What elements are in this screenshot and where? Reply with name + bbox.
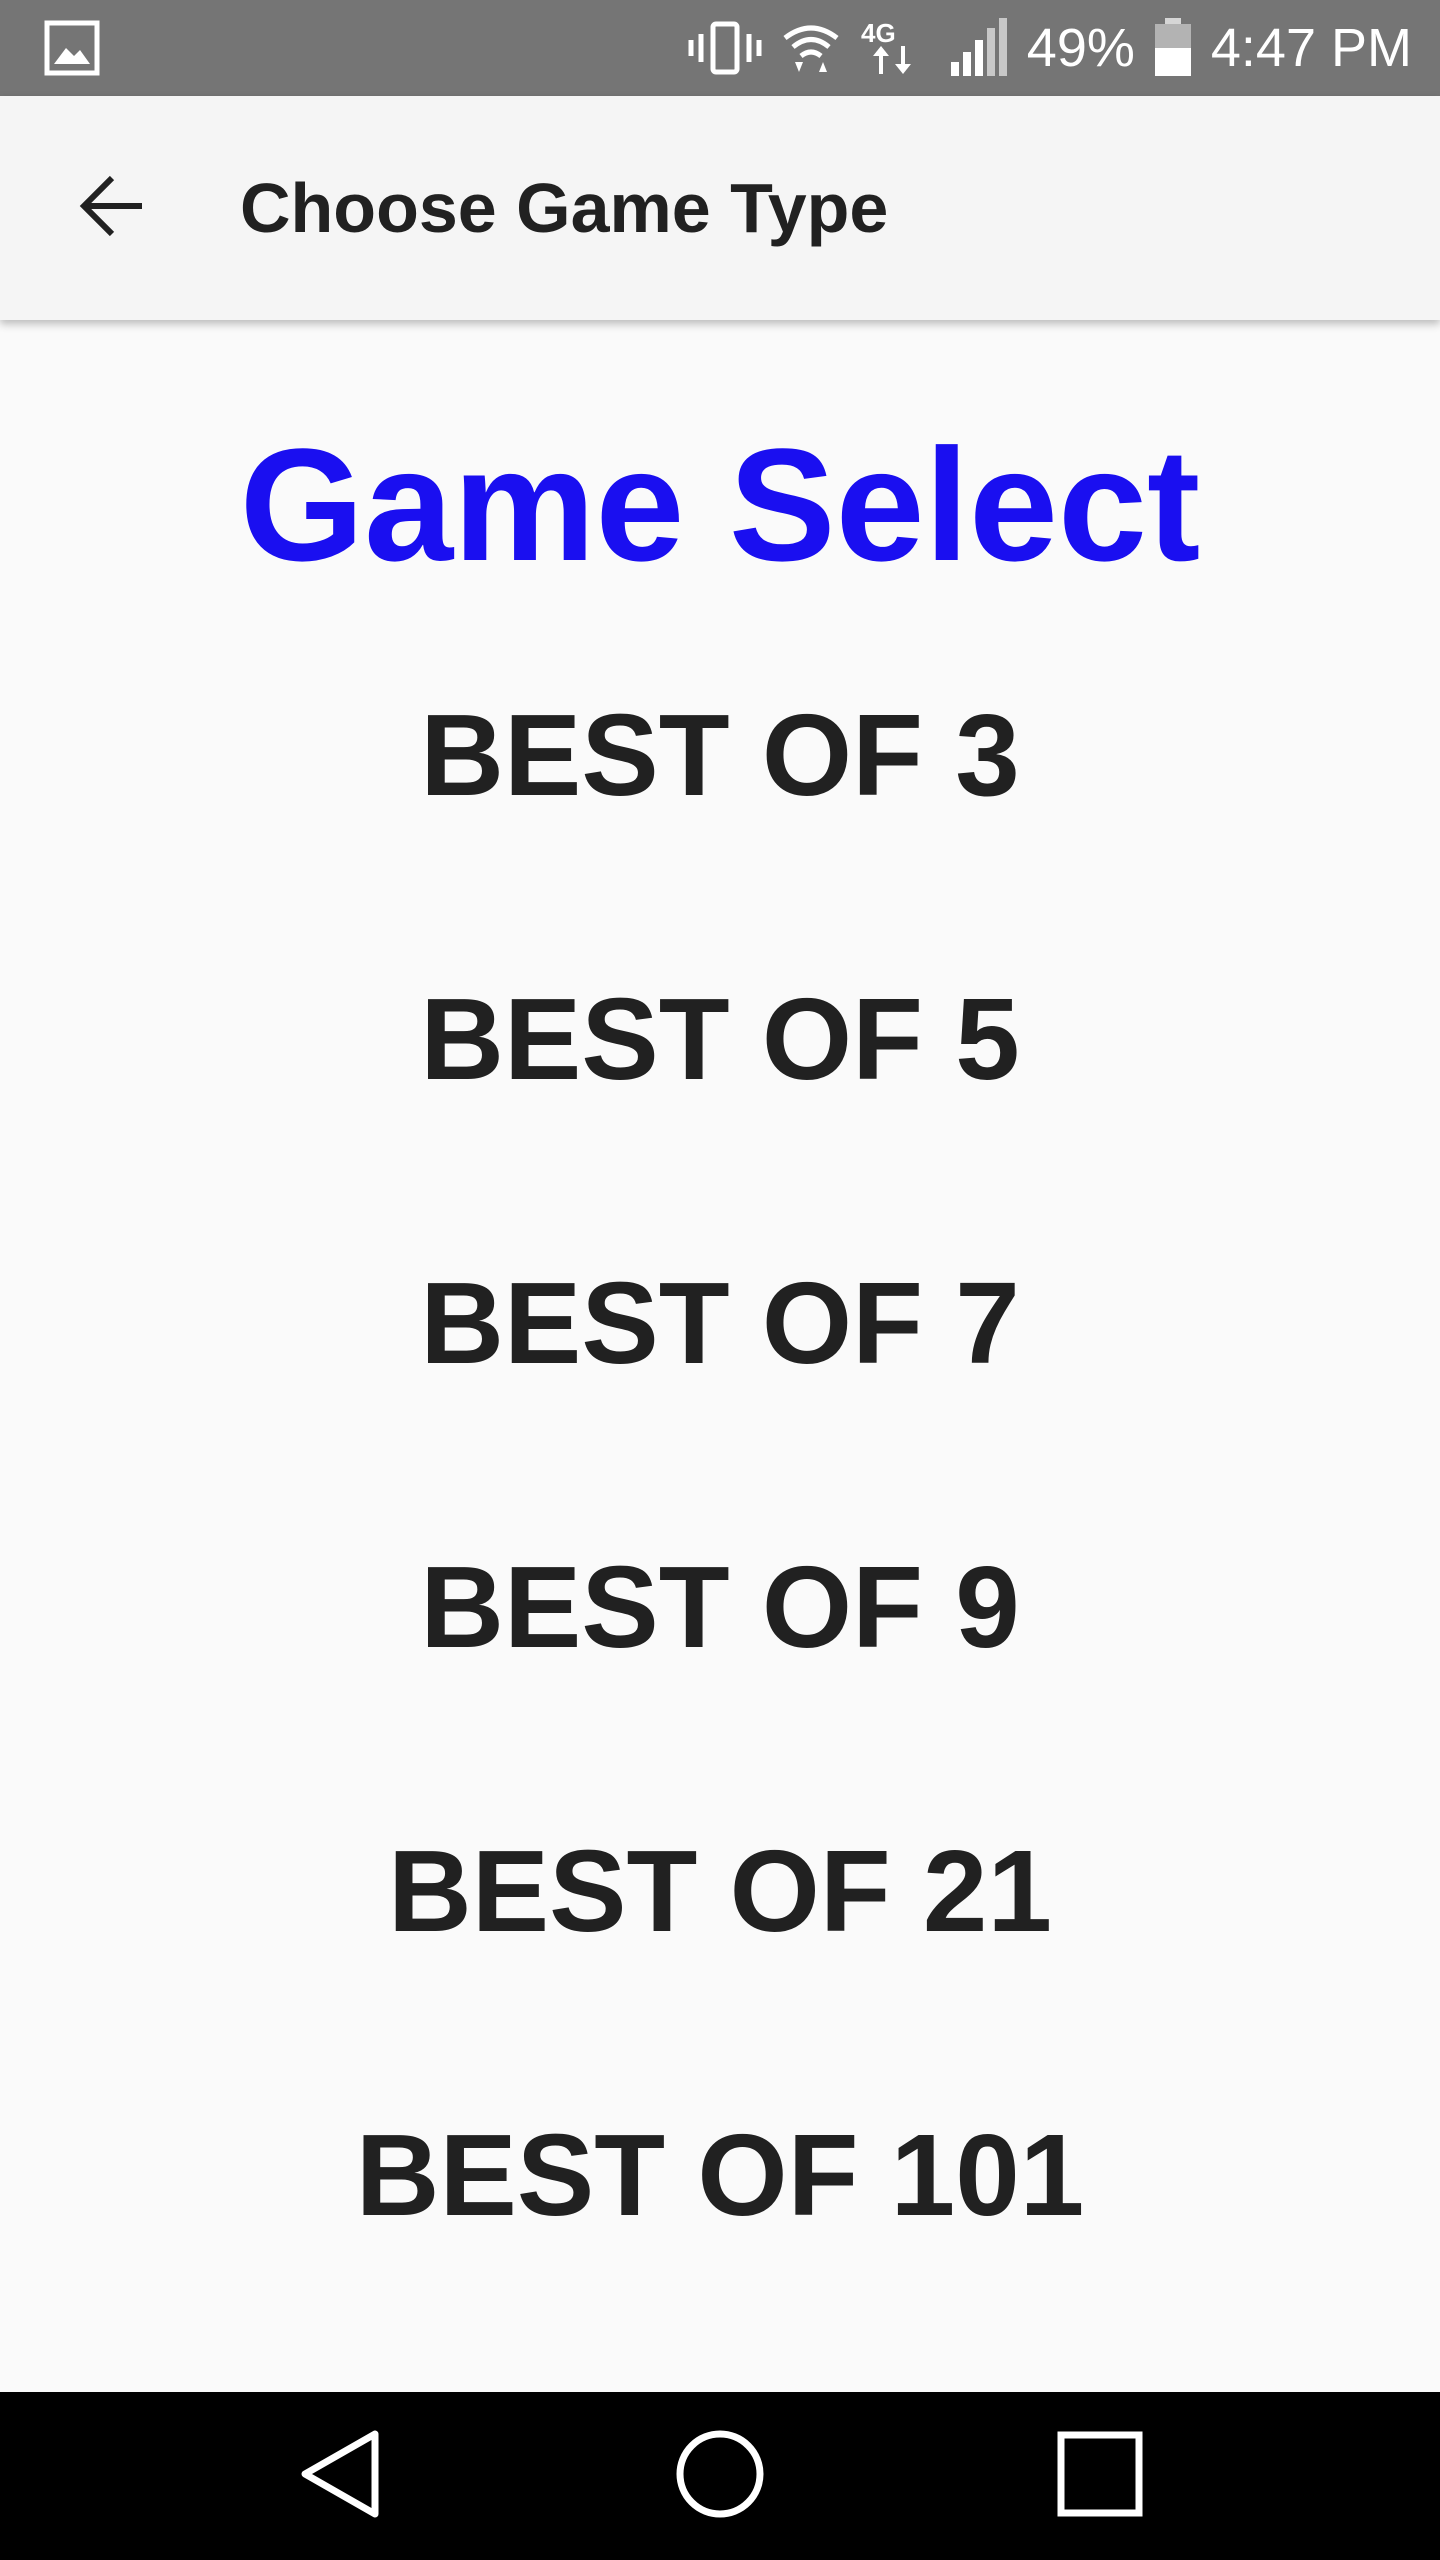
best-of-21-button[interactable]: BEST OF 21 (0, 1791, 1440, 1991)
4g-lte-icon: 4G (859, 18, 931, 78)
nav-back-button[interactable] (280, 2416, 400, 2536)
page-title: Game Select (239, 415, 1201, 594)
home-circle-icon (674, 2428, 766, 2525)
best-of-101-button[interactable]: BEST OF 101 (0, 2075, 1440, 2275)
back-triangle-icon (295, 2426, 385, 2527)
vibrate-icon (687, 20, 763, 76)
battery-percentage: 49% (1026, 18, 1135, 78)
image-notification-icon (44, 20, 100, 76)
system-nav-bar (0, 2392, 1440, 2560)
nav-home-button[interactable] (660, 2416, 780, 2536)
best-of-7-button[interactable]: BEST OF 7 (0, 1223, 1440, 1423)
app-bar-title: Choose Game Type (240, 169, 889, 247)
best-of-3-button[interactable]: BEST OF 3 (0, 655, 1440, 855)
game-select-content: Game Select BEST OF 3 BEST OF 5 BEST OF … (0, 320, 1440, 2392)
svg-text:4G: 4G (861, 18, 896, 48)
recents-square-icon (1055, 2429, 1145, 2524)
back-button[interactable] (52, 148, 172, 268)
arrow-left-icon (76, 170, 148, 247)
app-bar: Choose Game Type (0, 96, 1440, 320)
wifi-icon (781, 20, 841, 76)
signal-icon (949, 18, 1009, 78)
best-of-9-button[interactable]: BEST OF 9 (0, 1507, 1440, 1707)
battery-icon (1153, 18, 1193, 78)
status-bar: 4G 49% 4:47 PM (0, 0, 1440, 96)
nav-recents-button[interactable] (1040, 2416, 1160, 2536)
status-time: 4:47 PM (1210, 18, 1412, 78)
best-of-5-button[interactable]: BEST OF 5 (0, 939, 1440, 1139)
